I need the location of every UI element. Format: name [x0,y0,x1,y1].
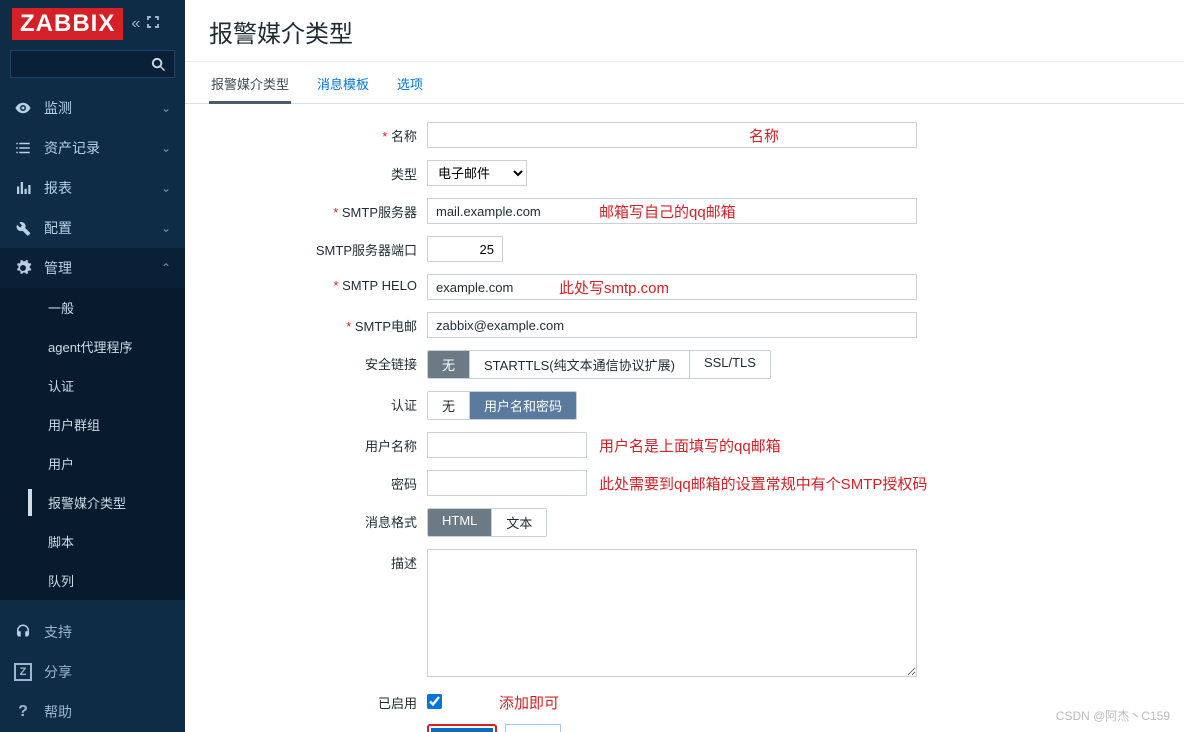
security-starttls[interactable]: STARTTLS(纯文本通信协议扩展) [470,351,690,378]
bottom-label: 帮助 [44,702,72,722]
nav-label: 资产记录 [44,138,100,158]
wrench-icon [14,219,32,237]
auth-none[interactable]: 无 [428,392,470,419]
smtp-helo-input[interactable] [427,274,917,300]
annot-enabled: 添加即可 [499,692,559,713]
tab-message-templates[interactable]: 消息模板 [315,62,371,103]
nav-label: 报表 [44,178,72,198]
search-input[interactable] [10,50,175,78]
fullscreen-icon [146,15,160,29]
nav-reports[interactable]: 报表 ⌄ [0,168,185,208]
security-label: 安全链接 [209,350,427,373]
sub-proxies[interactable]: agent代理程序 [0,327,185,366]
smtp-port-label: SMTP服务器端口 [209,236,427,259]
smtp-port-input[interactable] [427,236,503,262]
annot-password: 此处需要到qq邮箱的设置常规中有个SMTP授权码 [599,473,927,494]
auth-label: 认证 [209,391,427,414]
sub-mediatypes[interactable]: 报警媒介类型 [0,483,185,522]
nav-label: 监测 [44,98,72,118]
sub-general[interactable]: 一般 [0,288,185,327]
bottom-label: 支持 [44,622,72,642]
nav-configuration[interactable]: 配置 ⌄ [0,208,185,248]
collapse-icon: « [131,15,140,33]
nav-label: 配置 [44,218,72,238]
security-none[interactable]: 无 [428,351,470,378]
security-group[interactable]: 无 STARTTLS(纯文本通信协议扩展) SSL/TLS [427,350,771,379]
tab-mediatype[interactable]: 报警媒介类型 [209,62,291,103]
username-input[interactable] [427,432,587,458]
smtp-email-input[interactable] [427,312,917,338]
page-title: 报警媒介类型 [185,0,1184,62]
gear-icon [14,259,32,277]
sub-auth[interactable]: 认证 [0,366,185,405]
bottom-support[interactable]: 支持 [0,612,185,652]
eye-icon [14,99,32,117]
desc-label: 描述 [209,549,427,572]
username-label: 用户名称 [209,432,427,455]
sub-users[interactable]: 用户 [0,444,185,483]
add-button[interactable]: 添加 [431,728,493,732]
type-label: 类型 [209,160,427,183]
watermark: CSDN @阿杰丶C159 [1056,707,1170,724]
nav-inventory[interactable]: 资产记录 ⌄ [0,128,185,168]
type-select[interactable]: 电子邮件 [427,160,527,186]
chevron-down-icon: ⌄ [161,141,171,155]
nav-administration[interactable]: 管理 ⌃ [0,248,185,288]
chart-icon [14,179,32,197]
search-icon [151,57,166,72]
app-logo: ZABBIX [12,8,123,40]
desc-textarea[interactable] [427,549,917,677]
sidebar-collapse[interactable]: « [131,15,160,33]
annot-username: 用户名是上面填写的qq邮箱 [599,435,781,456]
smtp-server-input[interactable] [427,198,917,224]
password-input[interactable] [427,470,587,496]
auth-userpass[interactable]: 用户名和密码 [470,392,576,419]
bottom-help[interactable]: ? 帮助 [0,692,185,732]
sub-queue[interactable]: 队列 [0,561,185,600]
enabled-checkbox[interactable] [427,694,442,709]
bottom-label: 分享 [44,662,72,682]
smtp-server-label: SMTP服务器 [209,198,427,221]
nav-label: 管理 [44,258,72,278]
security-ssl[interactable]: SSL/TLS [690,351,770,378]
msgfmt-label: 消息格式 [209,508,427,531]
msgfmt-html[interactable]: HTML [428,509,492,536]
tab-options[interactable]: 选项 [395,62,425,103]
headset-icon [14,623,32,641]
enabled-label: 已启用 [209,689,427,712]
list-icon [14,139,32,157]
chevron-down-icon: ⌄ [161,181,171,195]
name-label: 名称 [209,122,427,145]
chevron-up-icon: ⌃ [161,261,171,275]
password-label: 密码 [209,470,427,493]
bottom-share[interactable]: Z 分享 [0,652,185,692]
smtp-email-label: SMTP电邮 [209,312,427,335]
nav-monitoring[interactable]: 监测 ⌄ [0,88,185,128]
name-input[interactable] [427,122,917,148]
msgfmt-text[interactable]: 文本 [492,509,546,536]
chevron-down-icon: ⌄ [161,101,171,115]
msgfmt-group[interactable]: HTML 文本 [427,508,547,537]
share-icon: Z [14,663,32,681]
chevron-down-icon: ⌄ [161,221,171,235]
sub-scripts[interactable]: 脚本 [0,522,185,561]
add-highlight: 添加 [427,724,497,732]
smtp-helo-label: SMTP HELO [209,274,427,293]
help-icon: ? [14,703,32,721]
cancel-button[interactable]: 取消 [505,724,561,732]
sub-usergroups[interactable]: 用户群组 [0,405,185,444]
auth-group[interactable]: 无 用户名和密码 [427,391,577,420]
